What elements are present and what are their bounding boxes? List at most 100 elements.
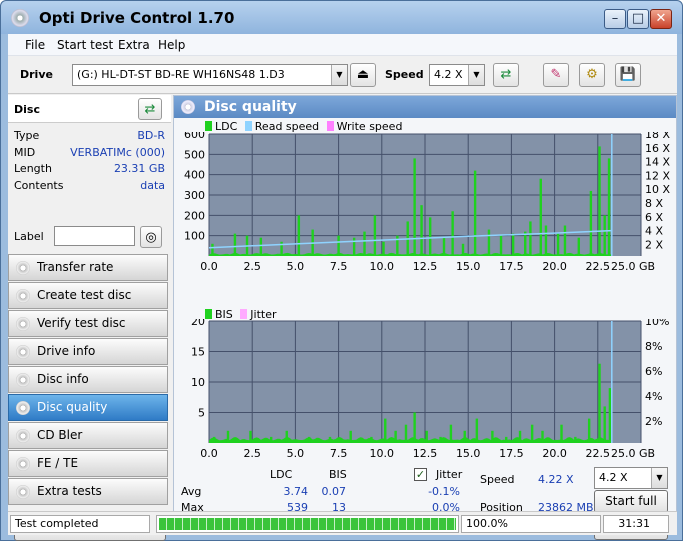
disc-header: Disc	[14, 103, 40, 116]
y-tick-label: 500	[184, 148, 205, 161]
start-full-button[interactable]: Start full	[594, 490, 668, 513]
nav-label: Transfer rate	[37, 260, 114, 274]
y2-tick-label: 2 X	[645, 238, 663, 251]
y2-tick-label: 8%	[645, 340, 662, 353]
stat-col-jitter: Jitter	[436, 468, 463, 481]
nav-disc-quality[interactable]: Disc quality	[8, 394, 168, 421]
y-tick-label: 5	[198, 407, 205, 420]
speed-value: 4.22 X	[538, 473, 574, 486]
disc-key-length: Length	[14, 162, 52, 175]
bar	[442, 237, 446, 256]
speed-select-stats[interactable]: 4.2 X ▼	[594, 467, 668, 489]
refresh-button[interactable]: ⇄	[493, 63, 519, 87]
bar	[541, 430, 544, 443]
bar	[505, 436, 508, 443]
close-button[interactable]: ✕	[650, 9, 672, 29]
x-tick-label: 0.0	[200, 447, 218, 460]
drive-label: Drive	[20, 68, 53, 81]
panel-title: Disc quality	[204, 99, 297, 115]
stat-ldc-value: 3.74	[283, 485, 309, 498]
bar	[308, 436, 311, 443]
settings-button[interactable]: ⚙	[579, 63, 605, 87]
y2-tick-label: 10 X	[645, 183, 670, 196]
nav-cd-bler[interactable]: CD Bler	[8, 422, 168, 449]
bar	[463, 430, 466, 443]
bar	[475, 418, 479, 443]
disc-icon	[16, 289, 30, 303]
bar	[259, 237, 263, 256]
nav-drive-info[interactable]: Drive info	[8, 338, 168, 365]
nav-create-test-disc[interactable]: Create test disc	[8, 282, 168, 309]
bis-swatch	[205, 309, 212, 319]
disc-icon	[16, 429, 30, 443]
stat-bis-value: 0.07	[321, 485, 347, 498]
x-tick-label: 15.0	[456, 447, 481, 460]
label-input[interactable]	[54, 226, 135, 246]
bar	[352, 237, 356, 256]
bar	[608, 388, 612, 443]
save-button[interactable]: 💾	[615, 63, 641, 87]
panel-header: Disc quality	[174, 96, 676, 118]
bar	[487, 229, 491, 256]
jitter-swatch	[240, 309, 248, 319]
y2-tick-label: 6%	[645, 365, 662, 378]
bar	[451, 211, 454, 256]
x-tick-label: 7.5	[330, 260, 348, 273]
progress-percent: 100.0%	[461, 515, 601, 533]
maximize-button[interactable]: □	[627, 9, 649, 29]
nav-label: Create test disc	[37, 288, 132, 302]
bar	[563, 225, 567, 256]
bar	[511, 233, 515, 256]
drive-select[interactable]: (G:) HL-DT-ST BD-RE WH16NS48 1.D3 ▼	[72, 64, 348, 86]
x-tick-label: 10.0	[370, 447, 395, 460]
bar	[226, 430, 230, 443]
eject-button[interactable]: ⏏	[350, 63, 376, 87]
disc-value-mid: VERBATIMc (000)	[70, 145, 165, 159]
x-tick-label: 25.0 GB	[611, 447, 655, 460]
bar	[574, 436, 577, 443]
minimize-button[interactable]: –	[604, 9, 626, 29]
window-title: Opti Drive Control 1.70	[39, 9, 235, 27]
y-tick-label: 400	[184, 169, 205, 182]
client-area: File Start test Extra Help Drive (G:) HL…	[8, 34, 677, 541]
bar	[439, 436, 442, 443]
bar	[363, 231, 366, 256]
menu-help[interactable]: Help	[158, 38, 185, 52]
toolbar: Drive (G:) HL-DT-ST BD-RE WH16NS48 1.D3 …	[8, 56, 677, 94]
x-tick-label: 12.5	[413, 260, 438, 273]
bar	[328, 436, 332, 443]
bar	[598, 146, 601, 256]
nav-fe-te[interactable]: FE / TE	[8, 450, 168, 477]
disc-refresh-button[interactable]: ⇄	[138, 98, 162, 120]
nav-disc-info[interactable]: Disc info	[8, 366, 168, 393]
title-bar: Opti Drive Control 1.70 – □ ✕	[1, 1, 682, 34]
chevron-down-icon: ▼	[468, 65, 484, 85]
menu-extra[interactable]: Extra	[118, 38, 150, 52]
menu-bar: File Start test Extra Help	[8, 34, 677, 56]
y2-tick-label: 16 X	[645, 142, 670, 155]
nav-label: CD Bler	[37, 428, 83, 442]
menu-file[interactable]: File	[25, 38, 45, 52]
y2-tick-label: 6 X	[645, 211, 663, 224]
nav-label: Disc info	[37, 372, 89, 386]
bar	[404, 424, 408, 443]
bar	[420, 205, 423, 256]
menu-start-test[interactable]: Start test	[57, 38, 113, 52]
label-apply-button[interactable]: ◎	[140, 226, 162, 248]
bar	[449, 424, 453, 443]
nav-verify-test-disc[interactable]: Verify test disc	[8, 310, 168, 337]
bar	[233, 233, 237, 256]
y-tick-label: 600	[184, 132, 205, 141]
x-tick-label: 5.0	[287, 260, 305, 273]
bar	[270, 436, 273, 443]
bar	[587, 418, 591, 443]
nav-transfer-rate[interactable]: Transfer rate	[8, 254, 168, 281]
erase-button[interactable]: ✎	[543, 63, 569, 87]
speed-select[interactable]: 4.2 X ▼	[429, 64, 485, 86]
jitter-checkbox[interactable]: ✓	[414, 468, 427, 481]
eject-icon: ⏏	[356, 67, 370, 82]
bar	[285, 430, 288, 443]
stat-row-label: Avg	[181, 485, 202, 498]
nav-extra-tests[interactable]: Extra tests	[8, 478, 168, 505]
ldc-swatch	[205, 121, 212, 131]
